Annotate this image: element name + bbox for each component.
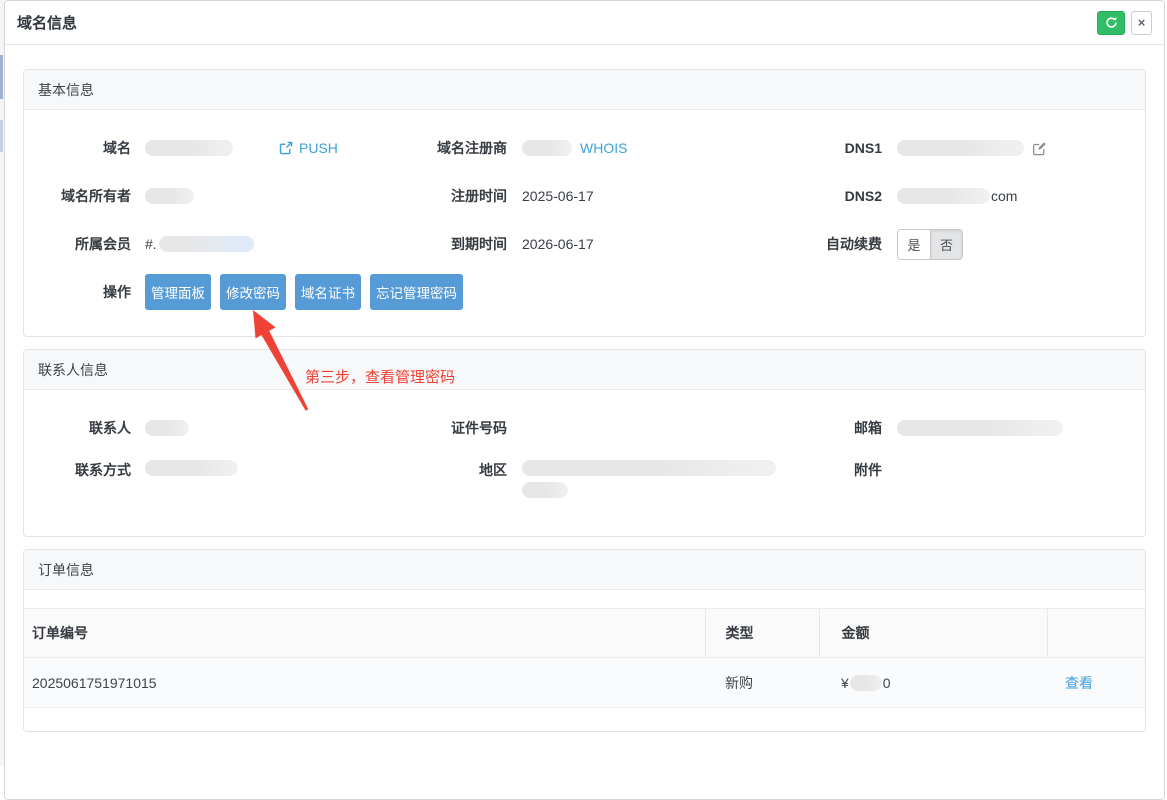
member-label: 所属会员 [24,234,131,254]
member-prefix: #. [145,236,157,252]
domain-label: 域名 [24,138,131,158]
order-table-gap [24,590,1145,608]
email-label: 邮箱 [773,418,882,438]
background-scrollbar-segment [0,55,3,99]
order-table-row: 2025061751971015 新购 ¥ 0 查看 [24,658,1145,708]
reg-time-value: 2025-06-17 [522,188,594,204]
order-info-section: 订单信息 订单编号 类型 金额 2025061751971015 新购 [23,549,1146,732]
basic-row-4: 操作 管理面板 修改密码 域名证书 忘记管理密码 [24,268,1145,316]
contact-info-title: 联系人信息 [38,360,108,380]
order-info-title: 订单信息 [38,560,94,580]
region-label: 地区 [398,460,507,480]
dns1-label: DNS1 [773,140,882,156]
owner-label: 域名所有者 [24,186,131,206]
basic-row-1: 域名 PUS [24,124,1145,172]
auto-renew-no-button[interactable]: 否 [930,230,962,259]
order-table: 订单编号 类型 金额 2025061751971015 新购 ¥ [24,608,1145,708]
refresh-button[interactable] [1097,11,1125,35]
registrar-value-redacted [522,140,572,156]
order-number-cell: 2025061751971015 [24,658,705,708]
basic-row-3: 所属会员 #. 到期时间 2026-06-17 自动续费 [24,220,1145,268]
domain-certificate-button[interactable]: 域名证书 [295,274,361,310]
phone-label: 联系方式 [24,460,131,480]
order-type-cell: 新购 [705,658,819,708]
push-link-label: PUSH [299,140,338,156]
contact-row-2: 联系方式 地区 附件 [24,452,1145,516]
basic-row-2: 域名所有者 注册时间 2025-06-17 DNS2 com [24,172,1145,220]
modal-title: 域名信息 [17,12,77,33]
expire-time-label: 到期时间 [398,234,507,254]
management-panel-button[interactable]: 管理面板 [145,274,211,310]
basic-info-section-header: 基本信息 [24,70,1145,110]
contact-person-value-redacted [145,420,189,436]
email-value-redacted [897,420,1063,436]
contact-info-body: 联系人 证件号码 邮箱 联系方式 [24,390,1145,536]
region-value-line1-redacted [522,460,776,476]
domain-value-redacted [145,140,233,156]
background-scrollbar-segment [0,120,3,152]
auto-renew-toggle: 是 否 [897,229,963,260]
reg-time-label: 注册时间 [398,186,507,206]
owner-value-redacted [145,188,194,204]
dns2-value-redacted [897,188,990,204]
registrar-label: 域名注册商 [398,138,507,158]
close-button[interactable]: × [1131,11,1152,35]
col-actions [1047,609,1145,658]
region-value-line2-redacted [522,482,568,498]
modal-header-actions: × [1097,11,1152,35]
order-table-header-row: 订单编号 类型 金额 [24,609,1145,658]
amount-currency: ¥ [841,675,849,691]
modal-header: 域名信息 × [5,1,1164,45]
contact-info-section-header: 联系人信息 [24,350,1145,390]
basic-info-body: 域名 PUS [24,110,1145,336]
step-annotation-text: 第三步，查看管理密码 [305,366,455,387]
contact-person-label: 联系人 [24,418,131,438]
dns2-suffix: com [991,188,1017,204]
id-number-label: 证件号码 [398,418,507,438]
modal-body: 基本信息 域名 [5,45,1164,732]
col-type: 类型 [705,609,819,658]
domain-info-modal: 域名信息 × 基本信息 [4,0,1165,800]
whois-link-label: WHOIS [580,140,627,156]
forgot-password-button[interactable]: 忘记管理密码 [370,274,463,310]
basic-info-section: 基本信息 域名 [23,69,1146,337]
col-order-number: 订单编号 [24,609,705,658]
member-value-redacted [159,236,254,252]
push-link[interactable]: PUSH [279,140,338,156]
order-amount-cell: ¥ 0 [819,658,1047,708]
amount-value-redacted [850,675,882,691]
change-password-button[interactable]: 修改密码 [220,274,286,310]
contact-info-section: 联系人信息 联系人 证件号码 邮箱 [23,349,1146,537]
refresh-icon [1105,16,1118,29]
view-order-link[interactable]: 查看 [1065,673,1093,693]
basic-info-title: 基本信息 [38,80,94,100]
auto-renew-yes-button[interactable]: 是 [898,230,930,259]
contact-row-1: 联系人 证件号码 邮箱 [24,404,1145,452]
whois-link[interactable]: WHOIS [580,140,627,156]
expire-time-value: 2026-06-17 [522,236,594,252]
order-info-section-header: 订单信息 [24,550,1145,590]
phone-value-redacted [145,460,238,476]
dns2-label: DNS2 [773,188,882,204]
dns-edit-icon[interactable] [1032,141,1047,156]
amount-suffix: 0 [883,675,891,691]
col-amount: 金额 [819,609,1047,658]
actions-label: 操作 [24,282,131,302]
dns1-value-redacted [897,140,1024,156]
push-icon [279,141,293,155]
attachment-label: 附件 [773,460,882,480]
auto-renew-label: 自动续费 [773,234,882,254]
close-icon: × [1138,15,1146,30]
